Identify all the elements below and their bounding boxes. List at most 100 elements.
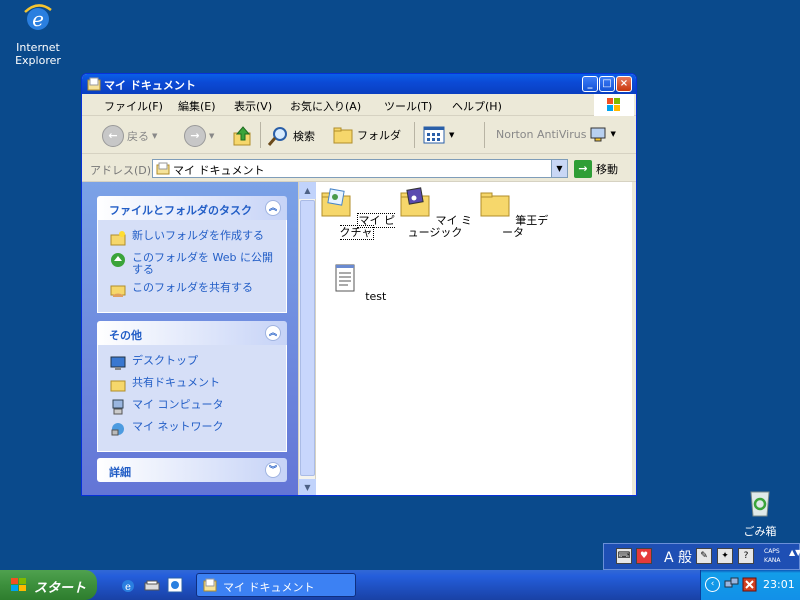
other-places-panel: その他 ︽ デスクトップ 共有ドキュメント マイ コンピュータ マイ ネットワー…: [97, 321, 287, 452]
tool-icon[interactable]: ✦: [717, 548, 733, 564]
internet-explorer-icon: e: [24, 4, 52, 31]
ie-label-line2: Explorer: [15, 54, 61, 67]
other-places-header[interactable]: その他 ︽: [97, 321, 287, 345]
ie-label-line1: Internet: [16, 41, 60, 54]
music-folder-icon: [400, 187, 430, 217]
address-dropdown-icon[interactable]: ▼: [551, 160, 567, 177]
file-item-fudeo-data[interactable]: 筆王データ: [473, 186, 553, 239]
quicklaunch-media-icon[interactable]: [167, 577, 183, 593]
task-pane: ファイルとフォルダのタスク ︽ 新しいフォルダを作成する このフォルダを Web…: [82, 182, 298, 495]
new-folder-icon: [110, 231, 126, 246]
recycle-bin-label: ごみ箱: [743, 525, 777, 538]
windows-logo-icon: [594, 94, 634, 116]
back-dropdown-icon: ▼: [152, 132, 158, 140]
address-value: マイ ドキュメント: [173, 164, 265, 177]
menu-edit[interactable]: 編集(E): [178, 98, 216, 114]
langbar-options-icon[interactable]: ▲▼: [789, 548, 800, 557]
address-input[interactable]: マイ ドキュメント ▼: [152, 159, 568, 178]
file-folder-tasks-panel: ファイルとフォルダのタスク ︽ 新しいフォルダを作成する このフォルダを Web…: [97, 196, 287, 313]
file-name: test: [365, 290, 387, 303]
system-tray: ‹ 23:01: [700, 570, 800, 600]
my-network-icon: [111, 423, 124, 436]
share-folder-icon: [110, 285, 126, 297]
place-shared-documents[interactable]: 共有ドキュメント: [110, 377, 278, 393]
folder-icon: [480, 192, 510, 217]
quicklaunch-ie-icon[interactable]: e: [120, 577, 136, 593]
recycle-bin-desktop-icon[interactable]: ごみ箱: [724, 486, 796, 538]
menu-view[interactable]: 表示(V): [234, 98, 272, 114]
forward-button[interactable]: → ▼: [184, 125, 214, 147]
scroll-thumb[interactable]: [300, 200, 315, 476]
collapse-chevron-icon[interactable]: ︽: [265, 200, 281, 216]
minimize-button[interactable]: _: [582, 76, 598, 92]
recycle-bin-icon: [750, 491, 770, 517]
norton-antivirus-button[interactable]: Norton AntiVirus ▼: [496, 125, 616, 143]
folders-button[interactable]: フォルダ: [332, 125, 401, 145]
start-button[interactable]: スタート: [0, 570, 97, 600]
input-mode[interactable]: A 般: [664, 547, 692, 567]
menu-help[interactable]: ヘルプ(H): [452, 98, 502, 114]
task-publish-web[interactable]: このフォルダを Web に公開する: [110, 252, 278, 276]
details-header[interactable]: 詳細 ︾: [97, 458, 287, 482]
ime-pad-icon[interactable]: ✎: [696, 548, 712, 564]
details-panel: 詳細 ︾: [97, 458, 287, 482]
file-tasks-header[interactable]: ファイルとフォルダのタスク ︽: [97, 196, 287, 220]
go-button[interactable]: → 移動: [574, 160, 618, 178]
views-button[interactable]: ▼: [422, 125, 454, 145]
menu-favorites[interactable]: お気に入り(A): [290, 98, 361, 114]
menu-bar: ファイル(F) 編集(E) 表示(V) お気に入り(A) ツール(T) ヘルプ(…: [82, 94, 636, 116]
publish-web-icon: [111, 253, 125, 267]
security-tray-icon[interactable]: [742, 577, 757, 592]
svg-text:e: e: [32, 7, 44, 31]
scroll-up-icon[interactable]: ▲: [299, 182, 316, 199]
desktop-icon: [110, 356, 126, 370]
search-icon: [267, 127, 287, 146]
task-new-folder[interactable]: 新しいフォルダを作成する: [110, 230, 278, 246]
task-share-folder[interactable]: このフォルダを共有する: [110, 282, 278, 298]
taskbar-button-my-documents[interactable]: マイ ドキュメント: [196, 573, 356, 597]
help-icon[interactable]: ?: [738, 548, 754, 564]
folders-icon: [333, 127, 353, 144]
pictures-folder-icon: [321, 188, 351, 217]
my-computer-icon: [112, 399, 124, 415]
file-list-pane: ▲ ▼ マイ ピクチャ マイ ミュージック 筆王データ test: [298, 182, 632, 495]
keyboard-icon[interactable]: ⌨: [616, 548, 632, 564]
search-button[interactable]: 検索: [266, 125, 315, 147]
network-tray-icon[interactable]: [724, 577, 739, 592]
file-item-my-music[interactable]: マイ ミュージック: [395, 186, 475, 239]
folder-up-icon: [233, 126, 251, 146]
place-desktop[interactable]: デスクトップ: [110, 355, 278, 371]
text-file-icon: [335, 264, 355, 292]
folder-icon: [203, 578, 217, 592]
internet-explorer-desktop-icon[interactable]: e Internet Explorer: [2, 2, 74, 67]
scroll-down-icon[interactable]: ▼: [299, 479, 316, 495]
taskbar: スタート e マイ ドキュメント ‹ 23:01: [0, 570, 800, 600]
forward-dropdown-icon: ▼: [209, 132, 215, 140]
close-button[interactable]: ×: [616, 76, 632, 92]
norton-dropdown-icon: ▼: [610, 130, 616, 138]
folder-icon: [156, 162, 170, 175]
maximize-button[interactable]: □: [599, 76, 615, 92]
place-my-network[interactable]: マイ ネットワーク: [110, 421, 278, 437]
expand-chevron-icon[interactable]: ︾: [265, 462, 281, 478]
menu-tools[interactable]: ツール(T): [384, 98, 432, 114]
file-item-my-pictures[interactable]: マイ ピクチャ: [317, 186, 397, 240]
place-my-computer[interactable]: マイ コンピュータ: [110, 399, 278, 415]
views-icon: [423, 126, 445, 144]
vertical-scrollbar[interactable]: ▲ ▼: [299, 182, 316, 495]
go-arrow-icon: →: [574, 160, 592, 178]
up-button[interactable]: [232, 125, 254, 147]
svg-text:e: e: [125, 582, 131, 593]
norton-icon: [590, 127, 606, 142]
file-item-test[interactable]: test: [317, 262, 397, 303]
views-dropdown-icon: ▼: [449, 131, 455, 139]
ime-icon[interactable]: ♥: [636, 548, 652, 564]
menu-file[interactable]: ファイル(F): [104, 98, 163, 114]
folder-icon: [87, 77, 101, 91]
title-bar[interactable]: マイ ドキュメント _ □ ×: [82, 74, 636, 94]
quicklaunch-show-desktop-icon[interactable]: [144, 577, 160, 593]
back-button[interactable]: ← 戻る ▼: [102, 125, 157, 147]
tray-expand-icon[interactable]: ‹: [705, 577, 720, 592]
language-bar: ⌨ ♥ A 般 ✎ ✦ ? CAPS KANA ▲▼: [603, 543, 800, 570]
collapse-chevron-icon[interactable]: ︽: [265, 325, 281, 341]
